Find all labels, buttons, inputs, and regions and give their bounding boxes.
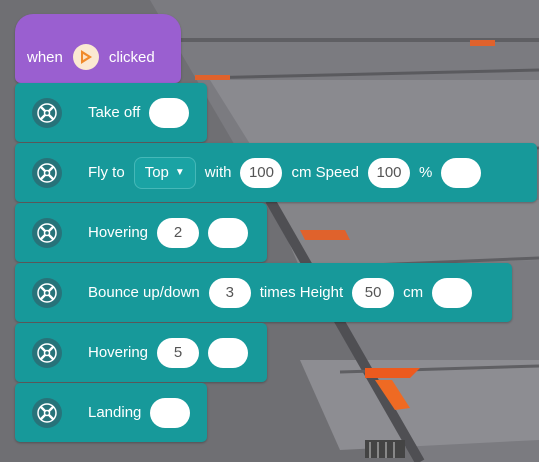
percent-label: % (419, 164, 433, 181)
take-off-label: Take off (88, 104, 141, 121)
drone-icon (32, 397, 62, 428)
hovering-block-2[interactable]: Hovering 5 (15, 323, 267, 382)
drone-icon (32, 157, 62, 188)
when-label: when (27, 48, 63, 66)
take-off-empty-slot[interactable] (149, 97, 190, 128)
when-flag-clicked-block[interactable]: when clicked (15, 14, 181, 83)
distance-input[interactable]: 100 (240, 157, 283, 188)
fly-to-label: Fly to (88, 164, 125, 181)
landing-label: Landing (88, 404, 142, 421)
hovering-empty-slot[interactable] (208, 337, 249, 368)
bounce-times-input[interactable]: 3 (208, 277, 251, 308)
bounce-label: Bounce up/down (88, 284, 200, 301)
drone-icon (32, 217, 62, 248)
drone-icon (32, 337, 62, 368)
hovering-block-1[interactable]: Hovering 2 (15, 203, 267, 262)
bounce-empty-slot[interactable] (432, 277, 473, 308)
bounce-block[interactable]: Bounce up/down 3 times Height 50 cm (15, 263, 512, 322)
code-canvas[interactable]: when clicked Take off Fly to Top ▼ with … (0, 0, 539, 462)
fly-to-block[interactable]: Fly to Top ▼ with 100 cm Speed 100 % (15, 143, 537, 202)
drone-icon (32, 277, 62, 308)
hovering-label: Hovering (88, 224, 149, 241)
bounce-height-input[interactable]: 50 (352, 277, 395, 308)
landing-empty-slot[interactable] (150, 397, 191, 428)
cm-speed-label: cm Speed (291, 164, 360, 181)
play-flag-icon (72, 44, 99, 70)
speed-input[interactable]: 100 (368, 157, 411, 188)
hover-seconds-input[interactable]: 5 (157, 337, 200, 368)
times-height-label: times Height (259, 284, 344, 301)
drone-icon (32, 97, 62, 128)
hat-block-row: when clicked (15, 40, 155, 74)
caret-down-icon: ▼ (174, 167, 185, 178)
with-label: with (204, 164, 232, 181)
landing-block[interactable]: Landing (15, 383, 207, 442)
hovering-empty-slot[interactable] (208, 217, 249, 248)
clicked-label: clicked (108, 48, 155, 66)
fly-to-empty-slot[interactable] (441, 157, 482, 188)
hovering-label: Hovering (88, 344, 149, 361)
cm-label: cm (403, 284, 424, 301)
direction-dropdown-value: Top (144, 164, 169, 181)
hover-seconds-input[interactable]: 2 (157, 217, 200, 248)
direction-dropdown[interactable]: Top ▼ (133, 156, 196, 189)
take-off-block[interactable]: Take off (15, 83, 207, 142)
